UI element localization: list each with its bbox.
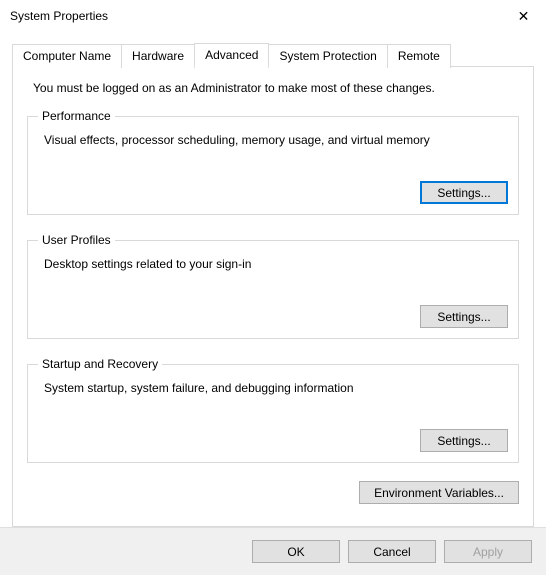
startup-recovery-settings-button[interactable]: Settings... — [420, 429, 508, 452]
user-profiles-desc: Desktop settings related to your sign-in — [44, 257, 508, 271]
user-profiles-settings-button[interactable]: Settings... — [420, 305, 508, 328]
tab-advanced[interactable]: Advanced — [194, 43, 269, 67]
tab-panel-advanced: You must be logged on as an Administrato… — [12, 66, 534, 527]
apply-button[interactable]: Apply — [444, 540, 532, 563]
performance-button-row: Settings... — [38, 181, 508, 204]
tab-hardware[interactable]: Hardware — [121, 44, 195, 68]
cancel-button[interactable]: Cancel — [348, 540, 436, 563]
user-profiles-button-row: Settings... — [38, 305, 508, 328]
tab-system-protection[interactable]: System Protection — [268, 44, 387, 68]
tab-computer-name[interactable]: Computer Name — [12, 44, 122, 68]
ok-button[interactable]: OK — [252, 540, 340, 563]
system-properties-dialog: System Properties ✕ Computer Name Hardwa… — [0, 0, 546, 575]
startup-recovery-legend: Startup and Recovery — [38, 357, 162, 371]
dialog-title: System Properties — [10, 9, 108, 23]
tab-remote[interactable]: Remote — [387, 44, 451, 68]
performance-group: Performance Visual effects, processor sc… — [27, 109, 519, 215]
startup-recovery-group: Startup and Recovery System startup, sys… — [27, 357, 519, 463]
dialog-content: Computer Name Hardware Advanced System P… — [0, 32, 546, 527]
tab-strip: Computer Name Hardware Advanced System P… — [12, 42, 534, 66]
environment-variables-button[interactable]: Environment Variables... — [359, 481, 519, 504]
close-icon: ✕ — [518, 8, 530, 25]
performance-legend: Performance — [38, 109, 115, 123]
performance-desc: Visual effects, processor scheduling, me… — [44, 133, 508, 147]
titlebar: System Properties ✕ — [0, 0, 546, 32]
startup-recovery-desc: System startup, system failure, and debu… — [44, 381, 508, 395]
performance-settings-button[interactable]: Settings... — [420, 181, 508, 204]
startup-recovery-button-row: Settings... — [38, 429, 508, 452]
user-profiles-group: User Profiles Desktop settings related t… — [27, 233, 519, 339]
intro-text: You must be logged on as an Administrato… — [33, 81, 519, 95]
dialog-button-bar: OK Cancel Apply — [0, 527, 546, 575]
close-button[interactable]: ✕ — [501, 1, 546, 31]
user-profiles-legend: User Profiles — [38, 233, 115, 247]
env-vars-row: Environment Variables... — [27, 481, 519, 504]
